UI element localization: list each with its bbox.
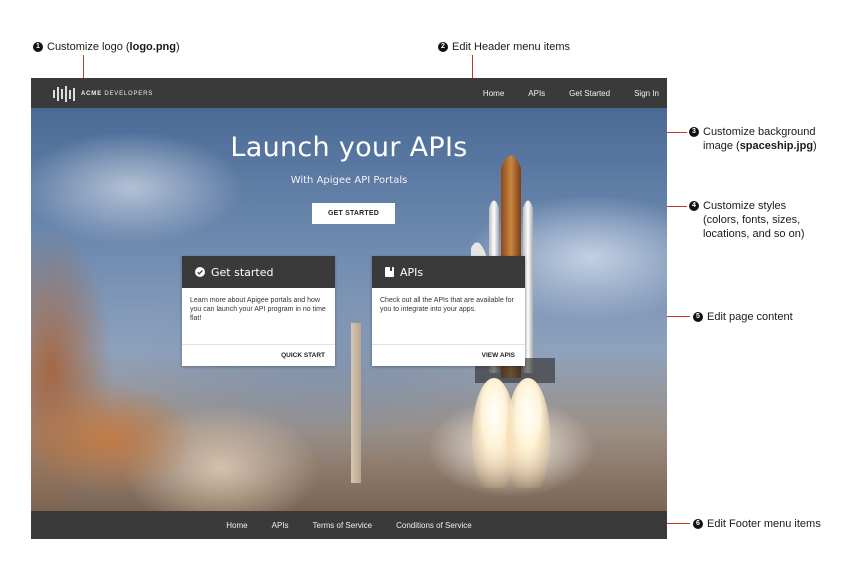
callout-page-content: 5 Edit page content: [693, 310, 793, 324]
logo-bars-icon: [53, 86, 75, 102]
callout-number: 3: [689, 127, 699, 137]
leader-line-logo: [83, 55, 84, 78]
callout-text: Edit Header menu items: [452, 41, 570, 53]
card-header: Get started: [182, 256, 335, 288]
callout-text: Edit Footer menu items: [707, 518, 821, 530]
card-description: Learn more about Apigee portals and how …: [190, 297, 326, 322]
card-description: Check out all the APIs that are availabl…: [380, 297, 514, 313]
footer-conditions[interactable]: Conditions of Service: [396, 521, 472, 530]
callout-filename: spaceship.jpg: [739, 140, 814, 152]
callout-number: 4: [689, 201, 699, 211]
header-nav: Home APIs Get Started Sign In: [467, 78, 667, 108]
card-title: APIs: [400, 265, 424, 279]
callout-text: Edit page content: [707, 311, 793, 323]
nav-get-started[interactable]: Get Started: [569, 89, 610, 98]
book-icon: [385, 267, 394, 277]
portal-footer: Home APIs Terms of Service Conditions of…: [31, 511, 667, 539]
logo-brand: ACME: [81, 91, 102, 97]
callout-filename: logo.png: [129, 41, 176, 53]
callout-styles: 4 Customize styles (colors, fonts, sizes…: [689, 199, 805, 241]
nav-apis[interactable]: APIs: [528, 89, 545, 98]
card-title: Get started: [211, 265, 274, 279]
footer-home[interactable]: Home: [226, 521, 247, 530]
callout-logo: 1 Customize logo (logo.png): [33, 40, 180, 54]
card-get-started: Get started Learn more about Apigee port…: [182, 256, 335, 366]
portal-header: ACME DEVELOPERS Home APIs Get Started Si…: [31, 78, 667, 108]
card-apis: APIs Check out all the APIs that are ava…: [372, 256, 525, 366]
hero-title: Launch your APIs: [230, 132, 468, 163]
hero-background: Launch your APIs With Apigee API Portals…: [31, 108, 667, 511]
check-circle-icon: [195, 267, 205, 277]
quick-start-link[interactable]: QUICK START: [281, 352, 325, 359]
callout-text: Customize logo (: [47, 41, 130, 53]
footer-apis[interactable]: APIs: [272, 521, 289, 530]
launch-tower: [351, 323, 361, 483]
callout-number: 5: [693, 312, 703, 322]
callout-text-line3: locations, and so on): [703, 228, 805, 240]
acme-logo[interactable]: ACME DEVELOPERS: [53, 86, 153, 102]
callout-number: 2: [438, 42, 448, 52]
annotated-screenshot: 1 Customize logo (logo.png) 2 Edit Heade…: [0, 0, 860, 577]
nav-home[interactable]: Home: [483, 89, 504, 98]
card-header: APIs: [372, 256, 525, 288]
portal-preview: ACME DEVELOPERS Home APIs Get Started Si…: [31, 78, 667, 539]
leader-line-header: [472, 55, 473, 78]
get-started-button[interactable]: GET STARTED: [312, 203, 395, 224]
callout-number: 1: [33, 42, 43, 52]
logo-suffix: DEVELOPERS: [104, 91, 154, 97]
nav-sign-in[interactable]: Sign In: [634, 89, 659, 98]
callout-background: 3 Customize background image (spaceship.…: [689, 125, 817, 153]
hero-subtitle: With Apigee API Portals: [290, 175, 408, 186]
callout-header-menu: 2 Edit Header menu items: [438, 40, 570, 54]
callout-text-line1: Customize background: [703, 126, 816, 138]
callout-text-line2: (colors, fonts, sizes,: [703, 214, 801, 226]
view-apis-link[interactable]: VIEW APIS: [482, 352, 515, 359]
callout-text-line2: image (: [703, 140, 740, 152]
callout-text-line1: Customize styles: [703, 200, 787, 212]
callout-number: 6: [693, 519, 703, 529]
callout-footer-menu: 6 Edit Footer menu items: [693, 517, 821, 531]
footer-terms[interactable]: Terms of Service: [313, 521, 373, 530]
